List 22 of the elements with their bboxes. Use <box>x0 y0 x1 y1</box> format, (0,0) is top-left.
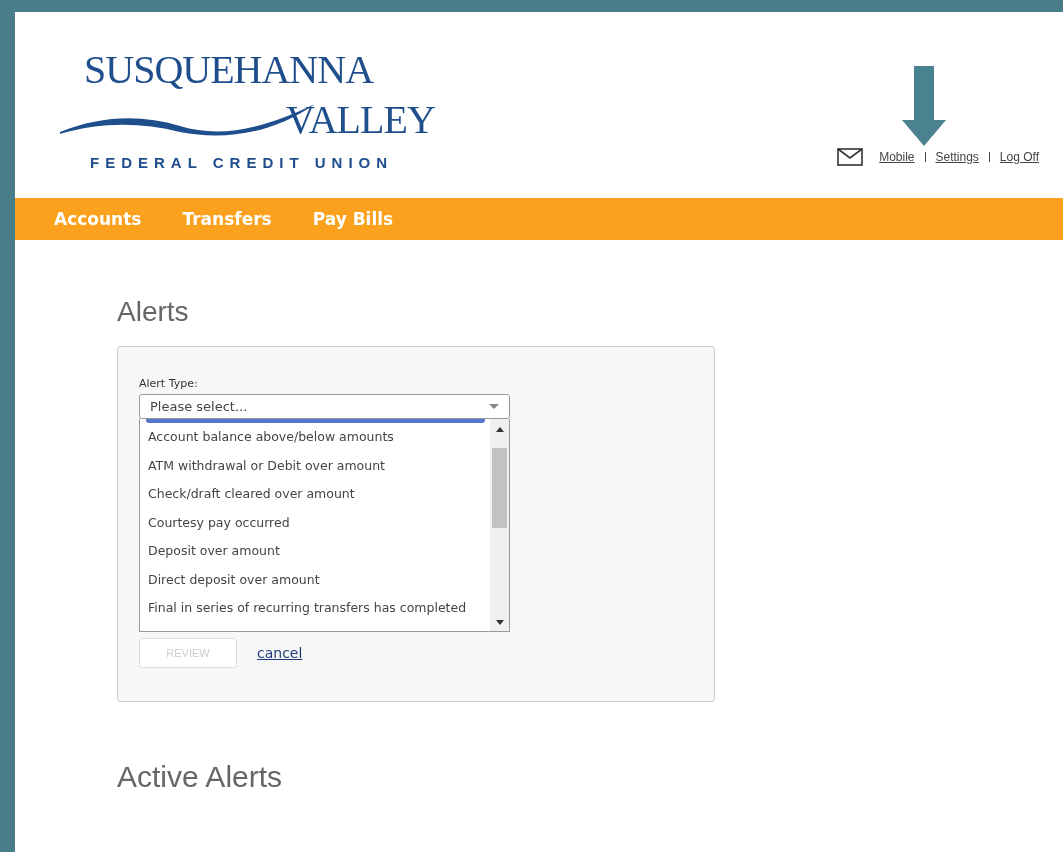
dropdown-option[interactable]: Final in series of recurring transfers has completed <box>148 598 490 627</box>
dropdown-option[interactable]: Courtesy pay occurred <box>148 512 490 541</box>
dropdown-option[interactable]: Direct deposit over amount <box>148 569 490 598</box>
field-label: Alert Type: <box>139 377 199 390</box>
header-link[interactable]: Log Off <box>999 150 1039 164</box>
logo-text: VALLEY <box>286 96 435 143</box>
arrow-icon <box>902 66 946 146</box>
scrollbar[interactable] <box>490 419 509 631</box>
cancel-link[interactable]: cancel <box>257 645 303 661</box>
caret-icon <box>489 404 499 409</box>
mail-icon[interactable] <box>837 148 864 166</box>
section-title: Active Alerts <box>117 760 284 794</box>
page-title: Alerts <box>117 296 190 328</box>
dropdown-option[interactable]: Check/draft cleared over amount <box>148 484 490 513</box>
header-link[interactable]: Settings <box>935 150 979 164</box>
dropdown-option[interactable]: ATM withdrawal or Debit over amount <box>148 455 490 484</box>
dropdown-option[interactable]: Deposit over amount <box>148 541 490 570</box>
dropdown-option[interactable]: Account balance above/below amounts <box>148 427 490 456</box>
header-link[interactable]: Mobile <box>879 150 915 164</box>
logo-text: SUSQUEHANNA <box>84 46 374 93</box>
logo-text: FEDERAL CREDIT UNION <box>90 154 394 171</box>
alert-type-select[interactable]: Please select... <box>139 394 510 419</box>
